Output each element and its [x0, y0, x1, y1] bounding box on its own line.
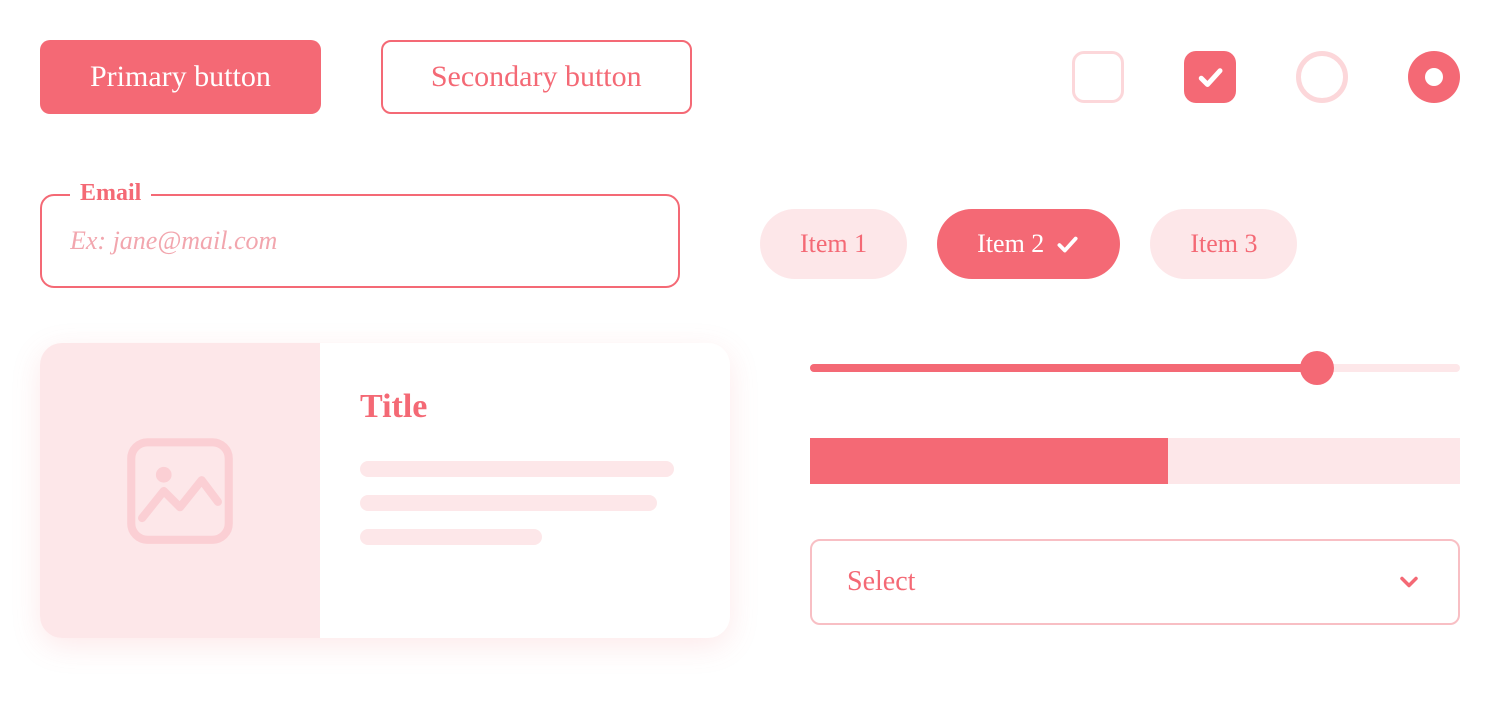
card-body: Title	[320, 343, 730, 638]
email-label: Email	[70, 180, 151, 207]
skeleton-line	[360, 529, 542, 545]
card-title: Title	[360, 388, 690, 426]
checkbox-unchecked[interactable]	[1072, 51, 1124, 103]
image-icon	[115, 426, 245, 556]
email-field-wrap: Email	[40, 194, 680, 288]
slider-fill	[810, 364, 1317, 372]
check-icon	[1054, 231, 1080, 257]
skeleton-line	[360, 461, 674, 477]
slider-thumb[interactable]	[1300, 351, 1334, 385]
slider-track	[810, 364, 1460, 372]
skeleton-line	[360, 495, 657, 511]
pill-group: Item 1 Item 2 Item 3	[760, 209, 1297, 279]
pill-item-2[interactable]: Item 2	[937, 209, 1120, 279]
slider[interactable]	[810, 353, 1460, 383]
check-icon	[1195, 62, 1225, 92]
card-image-placeholder	[40, 343, 320, 638]
secondary-button[interactable]: Secondary button	[381, 40, 692, 114]
select-dropdown[interactable]: Select	[810, 539, 1460, 625]
primary-button[interactable]: Primary button	[40, 40, 321, 114]
progress-bar	[810, 438, 1460, 484]
pill-item-3[interactable]: Item 3	[1150, 209, 1297, 279]
select-placeholder: Select	[847, 566, 915, 598]
media-card: Title	[40, 343, 730, 638]
toggle-group	[1072, 51, 1460, 103]
email-input[interactable]	[40, 194, 680, 288]
checkbox-checked[interactable]	[1184, 51, 1236, 103]
radio-checked[interactable]	[1408, 51, 1460, 103]
pill-item-2-label: Item 2	[977, 229, 1044, 259]
pill-item-1[interactable]: Item 1	[760, 209, 907, 279]
controls-column: Select	[810, 343, 1460, 625]
chevron-down-icon	[1395, 568, 1423, 596]
progress-fill	[810, 438, 1168, 484]
radio-unchecked[interactable]	[1296, 51, 1348, 103]
